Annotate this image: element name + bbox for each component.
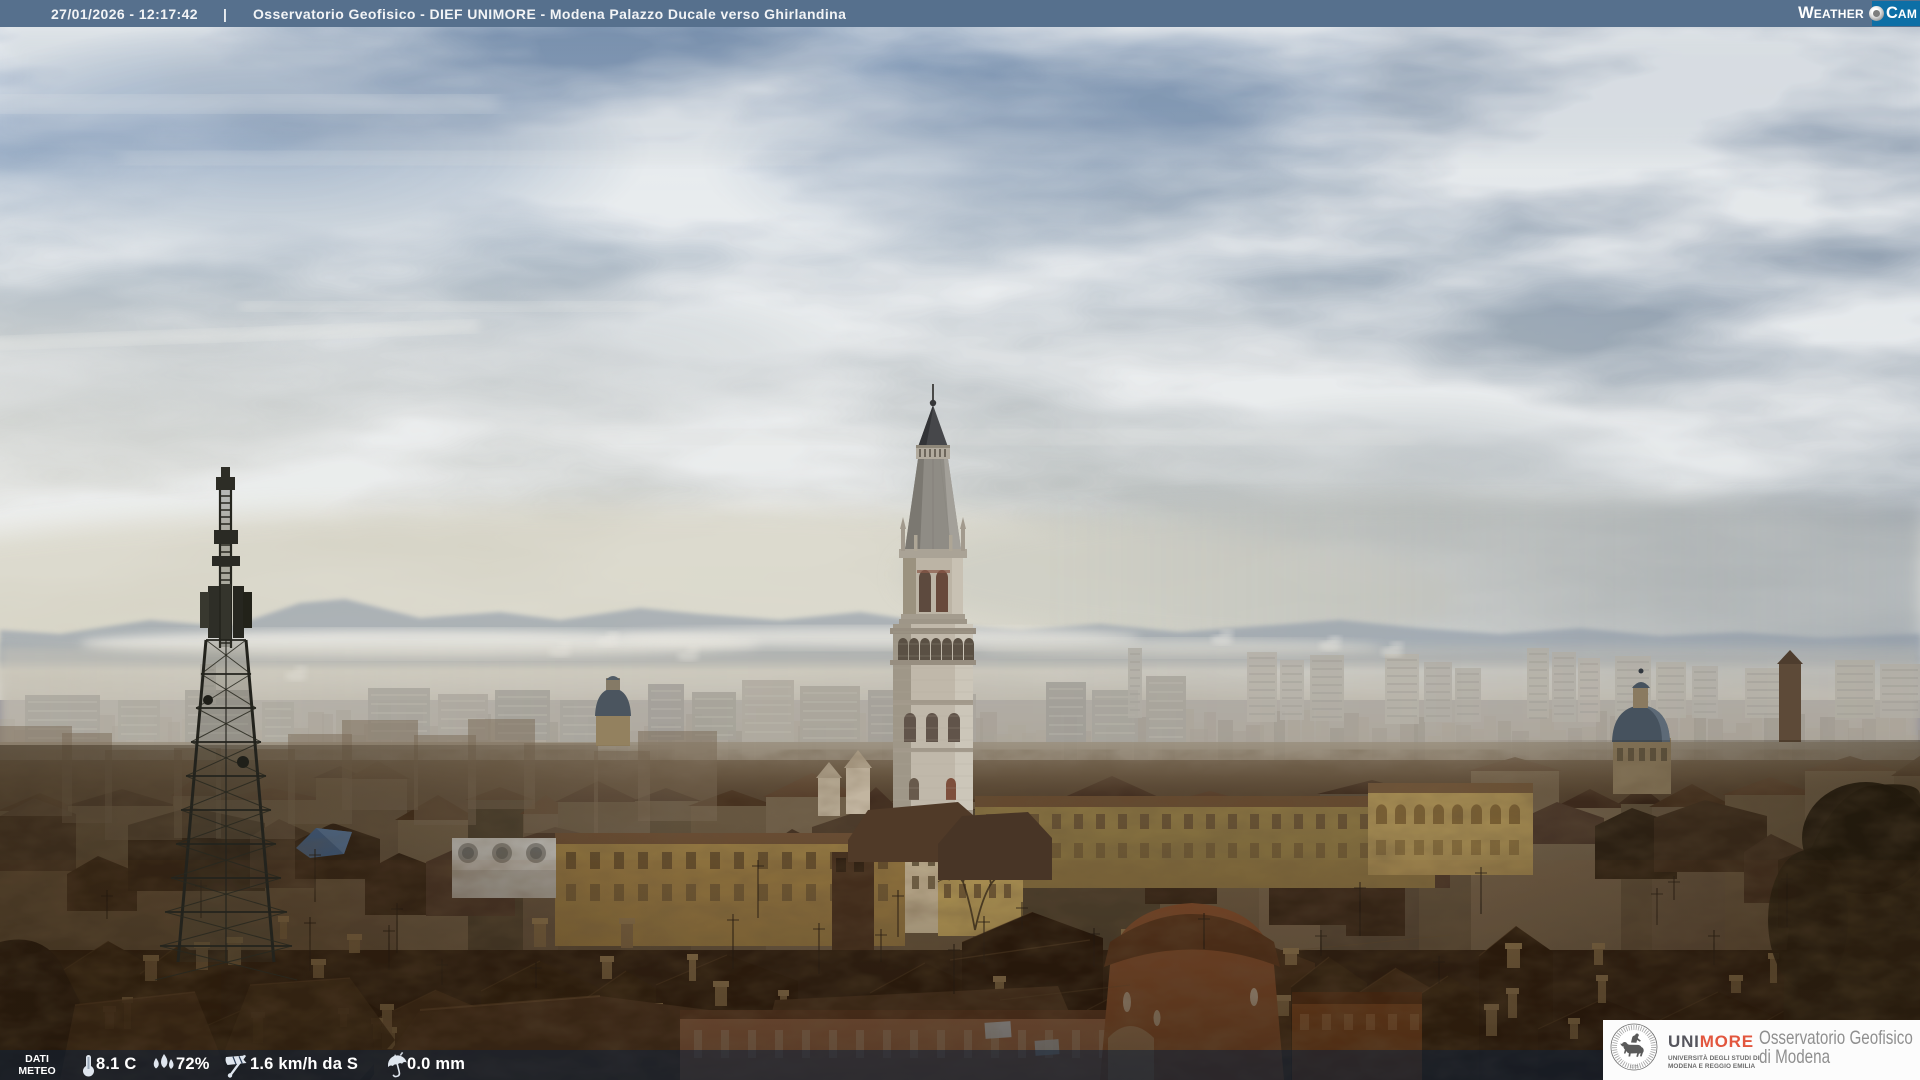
svg-text:1175: 1175	[1630, 1064, 1639, 1069]
